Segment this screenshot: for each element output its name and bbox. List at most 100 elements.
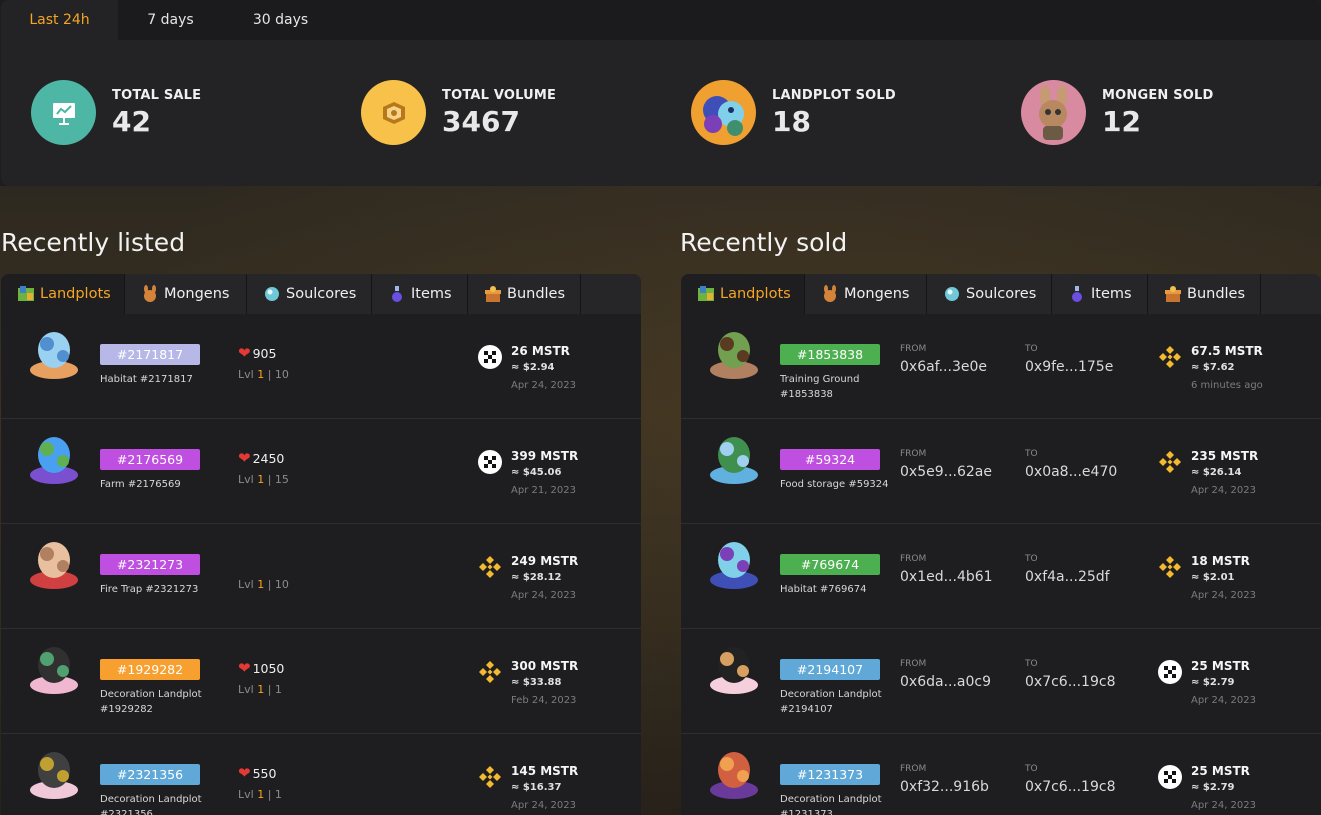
- item-name: Food storage #59324: [780, 479, 889, 490]
- okx-chain-icon: [1157, 764, 1183, 790]
- tab-last-24h[interactable]: Last 24h: [1, 0, 118, 40]
- from-address: 0x1ed...4b61: [900, 569, 993, 585]
- price: 235 MSTR: [1191, 449, 1259, 463]
- usd-price: ≈ $28.12: [511, 572, 562, 583]
- listed-date: Apr 21, 2023: [511, 485, 577, 496]
- usd-price: ≈ $2.79: [1191, 782, 1235, 793]
- price: 25 MSTR: [1191, 659, 1250, 673]
- tab-7-days[interactable]: 7 days: [118, 0, 223, 40]
- landplot-thumbnail: [23, 742, 85, 804]
- okx-chain-icon: [477, 344, 503, 370]
- price: 399 MSTR: [511, 449, 579, 463]
- tab-items[interactable]: Items: [1052, 274, 1148, 314]
- listing-row[interactable]: #2171817 Habitat #2171817 ❤ 905 Lvl 1 | 10 26…: [1, 314, 641, 419]
- listed-date: Apr 24, 2023: [511, 380, 577, 391]
- to-address: 0x7c6...19c8: [1025, 779, 1116, 795]
- likes: ❤ 550: [238, 764, 277, 782]
- from-address: 0x5e9...62ae: [900, 464, 992, 480]
- tab-landplots[interactable]: Landplots: [681, 274, 805, 314]
- tab-items[interactable]: Items: [372, 274, 468, 314]
- sold-list: #1853838 Training Ground #1853838 FROM 0x6a…: [681, 314, 1321, 815]
- tab-soulcores[interactable]: Soulcores: [927, 274, 1052, 314]
- to-address: 0xf4a...25df: [1025, 569, 1110, 585]
- from-address: 0x6da...a0c9: [900, 674, 992, 690]
- listing-row[interactable]: #2321273 Fire Trap #2321273 Lvl 1 | 10 249 …: [1, 524, 641, 629]
- listed-date: Apr 24, 2023: [511, 800, 577, 811]
- sale-row[interactable]: #1231373 Decoration Landplot #1231373 FROM…: [681, 734, 1321, 815]
- to-label: TO: [1025, 449, 1038, 459]
- from-label: FROM: [900, 344, 927, 354]
- bnb-chain-icon: [477, 659, 503, 685]
- soulcore-icon: [943, 285, 961, 303]
- landplot-thumbnail: [23, 322, 85, 384]
- heart-icon: ❤: [238, 344, 251, 362]
- bnb-chain-icon: [477, 554, 503, 580]
- tab-bundles[interactable]: Bundles: [468, 274, 581, 314]
- listing-row[interactable]: #2176569 Farm #2176569 ❤ 2450 Lvl 1 | 15 399 …: [1, 419, 641, 524]
- usd-price: ≈ $16.37: [511, 782, 562, 793]
- level: Lvl 1 | 15: [238, 473, 289, 486]
- sale-row[interactable]: #2194107 Decoration Landplot #2194107 FROM…: [681, 629, 1321, 734]
- mongen-icon: [821, 285, 839, 303]
- to-label: TO: [1025, 344, 1038, 354]
- to-address: 0x0a8...e470: [1025, 464, 1118, 480]
- mongen-icon: [141, 285, 159, 303]
- from-address: 0x6af...3e0e: [900, 359, 987, 375]
- item-name: Habitat #769674: [780, 584, 867, 595]
- heart-icon: ❤: [238, 764, 251, 782]
- usd-price: ≈ $2.94: [511, 362, 555, 373]
- item-id-badge[interactable]: #2171817: [100, 344, 200, 365]
- item-id-badge[interactable]: #2194107: [780, 659, 880, 680]
- recently-sold-title: Recently sold: [680, 228, 848, 257]
- usd-price: ≈ $45.06: [511, 467, 562, 478]
- landplot-thumbnail: [703, 742, 765, 804]
- tab-landplots[interactable]: Landplots: [1, 274, 125, 314]
- item-id-badge[interactable]: #2321356: [100, 764, 200, 785]
- okx-chain-icon: [1157, 659, 1183, 685]
- sold-date: Apr 24, 2023: [1191, 695, 1257, 706]
- tab-mongens[interactable]: Mongens: [805, 274, 927, 314]
- tab-mongens[interactable]: Mongens: [125, 274, 247, 314]
- item-name: Training Ground #1853838: [780, 374, 860, 400]
- item-id-badge[interactable]: #769674: [780, 554, 880, 575]
- tab-soulcores[interactable]: Soulcores: [247, 274, 372, 314]
- price: 249 MSTR: [511, 554, 579, 568]
- landplot-thumbnail: [703, 322, 765, 384]
- to-label: TO: [1025, 659, 1038, 669]
- sale-row[interactable]: #1853838 Training Ground #1853838 FROM 0x6a…: [681, 314, 1321, 419]
- item-id-badge[interactable]: #2176569: [100, 449, 200, 470]
- bnb-chain-icon: [1157, 554, 1183, 580]
- item-id-badge[interactable]: #59324: [780, 449, 880, 470]
- likes: ❤ 905: [238, 344, 277, 362]
- heart-icon: ❤: [238, 449, 251, 467]
- recently-listed-title: Recently listed: [1, 228, 186, 257]
- listed-date: Feb 24, 2023: [511, 695, 577, 706]
- stat-total-sale: TOTAL SALE 42: [31, 80, 201, 145]
- tab-30-days[interactable]: 30 days: [223, 0, 338, 40]
- item-id-badge[interactable]: #1853838: [780, 344, 880, 365]
- bnb-chain-icon: [1157, 344, 1183, 370]
- item-name: Decoration Landplot #2321356: [100, 794, 202, 815]
- item-id-badge[interactable]: #2321273: [100, 554, 200, 575]
- tab-bundles[interactable]: Bundles: [1148, 274, 1261, 314]
- item-id-badge[interactable]: #1929282: [100, 659, 200, 680]
- sale-row[interactable]: #59324 Food storage #59324 FROM 0x5e9...62a…: [681, 419, 1321, 524]
- from-label: FROM: [900, 554, 927, 564]
- sale-row[interactable]: #769674 Habitat #769674 FROM 0x1ed...4b61 TO…: [681, 524, 1321, 629]
- from-label: FROM: [900, 449, 927, 459]
- stat-total-volume: TOTAL VOLUME 3467: [361, 80, 556, 145]
- landplot-thumbnail: [703, 637, 765, 699]
- stat-label: LANDPLOT SOLD: [772, 87, 896, 103]
- to-address: 0x7c6...19c8: [1025, 674, 1116, 690]
- item-name: Fire Trap #2321273: [100, 584, 199, 595]
- stat-label: TOTAL VOLUME: [442, 87, 557, 103]
- stat-mongen-sold: MONGEN SOLD 12: [1021, 80, 1214, 145]
- landplot-icon: [697, 285, 715, 303]
- okx-chain-icon: [477, 449, 503, 475]
- to-label: TO: [1025, 554, 1038, 564]
- item-id-badge[interactable]: #1231373: [780, 764, 880, 785]
- potion-icon: [388, 285, 406, 303]
- listing-row[interactable]: #1929282 Decoration Landplot #1929282 ❤ 105…: [1, 629, 641, 734]
- usd-price: ≈ $33.88: [511, 677, 562, 688]
- listing-row[interactable]: #2321356 Decoration Landplot #2321356 ❤ 550…: [1, 734, 641, 815]
